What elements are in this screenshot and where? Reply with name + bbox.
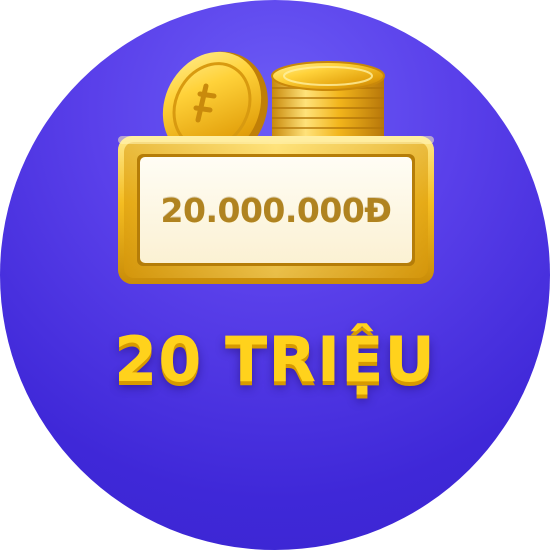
prize-badge: 20.000.000Đ 20 TRIỆU	[0, 0, 550, 550]
prize-amount: 20.000.000Đ	[160, 190, 392, 230]
coins-and-plate-art	[118, 51, 434, 284]
prize-title: 20 TRIỆU	[114, 322, 436, 396]
coin-stack-icon	[271, 61, 385, 142]
